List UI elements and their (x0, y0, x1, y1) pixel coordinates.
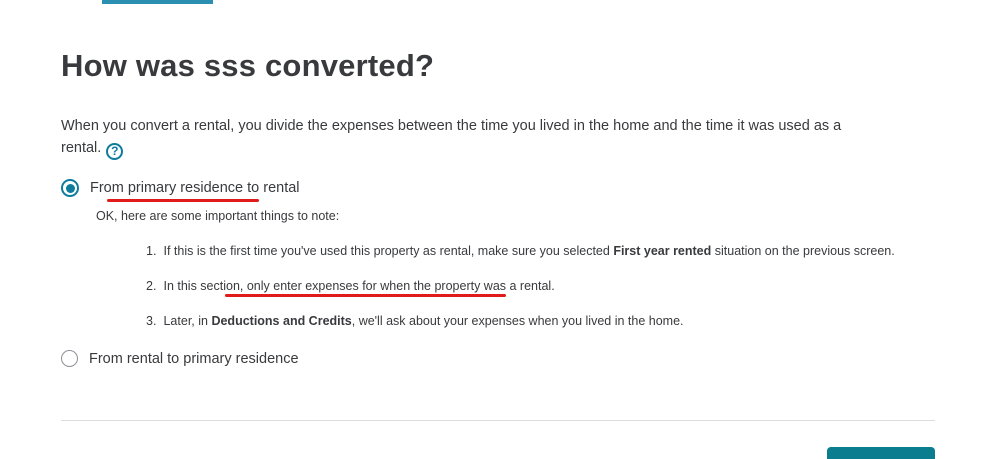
continue-button[interactable] (827, 447, 935, 459)
note-text: Later, in (163, 314, 208, 328)
intro-text: When you convert a rental, you divide th… (61, 115, 861, 160)
page: How was sss converted? When you convert … (0, 0, 998, 459)
notes-intro: OK, here are some important things to no… (96, 209, 340, 223)
list-number: 2. (146, 279, 157, 293)
note-emphasis: Deductions and Credits (211, 314, 352, 328)
list-item: 3. Later, in Deductions and Credits, we'… (146, 314, 895, 349)
list-item: 1. If this is the first time you've used… (146, 244, 895, 279)
option-rental-to-primary[interactable]: From rental to primary residence (61, 350, 299, 367)
option-primary-to-rental[interactable]: From primary residence to rental (61, 179, 300, 197)
radio-unselected-icon[interactable] (61, 350, 78, 367)
list-number: 3. (146, 314, 157, 328)
option-label: From rental to primary residence (89, 350, 299, 367)
list-item: 2. In this section, only enter expenses … (146, 279, 895, 314)
radio-selected-icon[interactable] (61, 179, 79, 197)
help-icon[interactable]: ? (106, 143, 124, 160)
red-annotation-underline (225, 294, 506, 297)
note-text: If this is the first time you've used th… (163, 244, 610, 258)
page-title: How was sss converted? (61, 48, 435, 83)
option-label: From primary residence to rental (90, 180, 300, 196)
notes-list: 1. If this is the first time you've used… (146, 244, 895, 349)
intro-paragraph: When you convert a rental, you divide th… (61, 118, 842, 156)
list-number: 1. (146, 244, 157, 258)
red-annotation-underline (107, 199, 259, 202)
note-emphasis: First year rented (613, 244, 712, 258)
note-text: In this section, only enter expenses for… (163, 279, 555, 293)
active-tab-indicator (102, 0, 213, 4)
divider (61, 420, 935, 421)
note-text: , we'll ask about your expenses when you… (351, 314, 684, 328)
note-text: situation on the previous screen. (714, 244, 895, 258)
